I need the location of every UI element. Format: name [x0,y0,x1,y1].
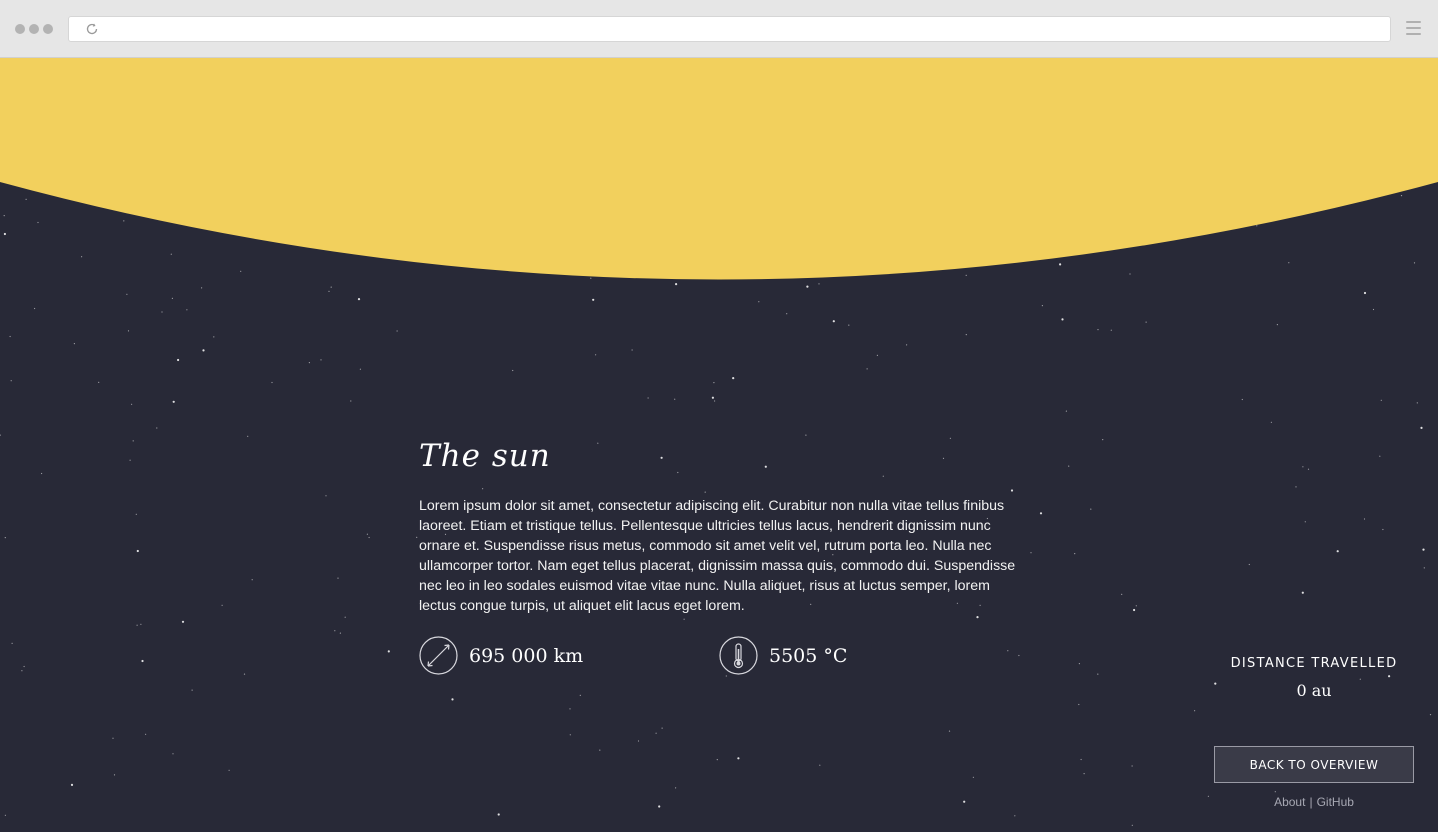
planet-page: The sun Lorem ipsum dolor sit amet, cons… [0,58,1438,832]
temperature-stat: 5505 °C [719,636,847,675]
about-link[interactable]: About [1274,795,1305,809]
radius-stat: 695 000 km [419,636,583,675]
window-controls [15,24,53,34]
github-link[interactable]: GitHub [1317,795,1354,809]
planet-stats: 695 000 km 5505 °C [419,636,1039,676]
window-dot[interactable] [15,24,25,34]
thermometer-icon [719,636,758,675]
reload-icon[interactable] [85,22,99,36]
planet-title: The sun [419,438,551,474]
distance-label: DISTANCE TRAVELLED [1230,656,1398,671]
planet-info: The sun Lorem ipsum dolor sit amet, cons… [419,438,1019,616]
temperature-value: 5505 °C [769,644,848,667]
diameter-icon [419,636,458,675]
back-to-overview-button[interactable]: BACK TO OVERVIEW [1214,746,1414,783]
hamburger-menu-icon[interactable] [1406,21,1421,37]
footer-links: About | GitHub [1214,795,1414,809]
window-dot[interactable] [43,24,53,34]
window-dot[interactable] [29,24,39,34]
address-bar[interactable] [68,16,1391,42]
radius-value: 695 000 km [469,644,584,667]
footer-separator: | [1309,795,1313,809]
browser-chrome [0,0,1438,58]
distance-travelled: DISTANCE TRAVELLED 0 au [1214,656,1414,700]
planet-description: Lorem ipsum dolor sit amet, consectetur … [419,498,1016,614]
distance-value: 0 au [1296,681,1332,700]
